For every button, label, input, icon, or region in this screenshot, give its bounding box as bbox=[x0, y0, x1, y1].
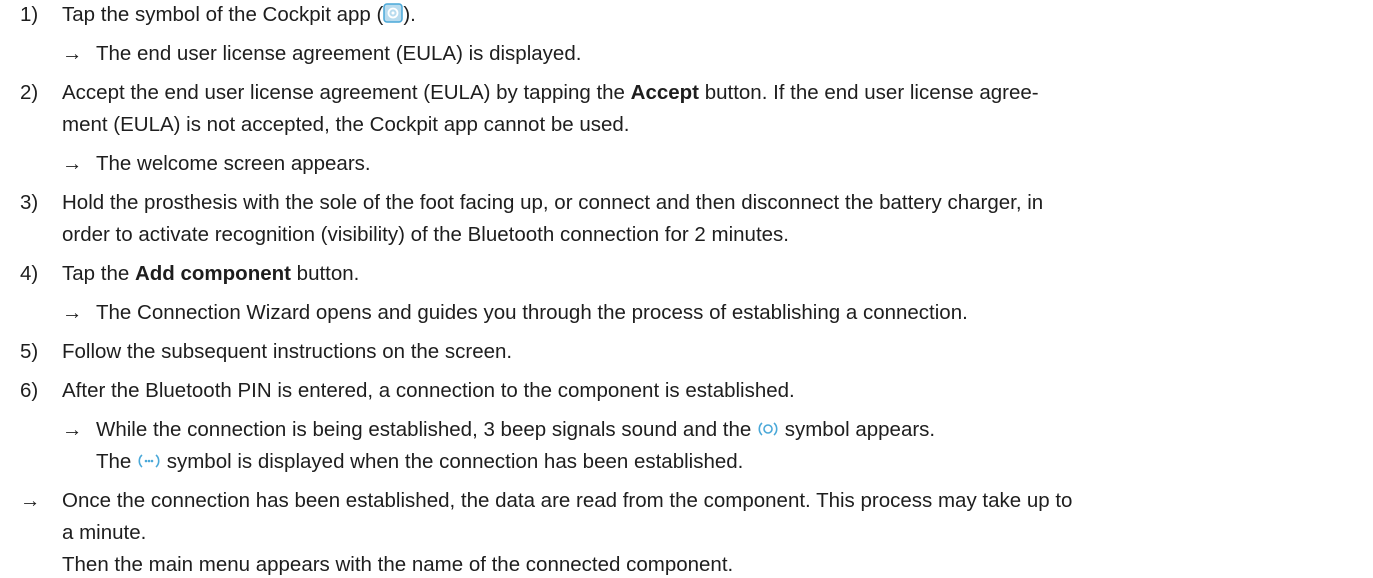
step-text-part: Accept the end user license agreement (E… bbox=[62, 81, 631, 104]
connected-icon bbox=[138, 454, 160, 468]
instruction-document: 1) Tap the symbol of the Cockpit app ().… bbox=[0, 0, 1373, 576]
result-arrow-icon: → bbox=[20, 489, 41, 512]
result-arrow-icon: → bbox=[62, 301, 83, 324]
result-text: Once the connection has been established… bbox=[62, 489, 1073, 512]
result-text: a minute. bbox=[62, 521, 147, 544]
result-text-part: While the connection is being establishe… bbox=[96, 418, 758, 441]
result-text: The welcome screen appears. bbox=[96, 152, 371, 175]
step-text: Tap the symbol of the Cockpit app (). bbox=[62, 2, 416, 28]
result-text: While the connection is being establishe… bbox=[96, 417, 935, 443]
step-number: 2) bbox=[20, 81, 39, 104]
step-number: 6) bbox=[20, 379, 39, 402]
step-text-part: button. bbox=[290, 262, 360, 285]
step-text: Accept the end user license agreement (E… bbox=[62, 80, 1039, 106]
result-text: The symbol is displayed when the connect… bbox=[96, 449, 743, 475]
result-text: The end user license agreement (EULA) is… bbox=[96, 42, 582, 65]
result-text-part: The bbox=[96, 450, 138, 473]
cockpit-app-icon bbox=[383, 3, 404, 23]
step-number: 5) bbox=[20, 340, 39, 363]
step-text-part: button. If the end user license agree- bbox=[699, 81, 1039, 104]
step-text: After the Bluetooth PIN is entered, a co… bbox=[62, 379, 795, 402]
result-arrow-icon: → bbox=[62, 418, 83, 441]
step-text-part: Tap the symbol of the Cockpit app ( bbox=[62, 3, 384, 26]
step-text: order to activate recognition (visibilit… bbox=[62, 223, 789, 246]
step-text: ment (EULA) is not accepted, the Cockpit… bbox=[62, 113, 630, 136]
result-text: The Connection Wizard opens and guides y… bbox=[96, 301, 968, 324]
connecting-icon bbox=[758, 422, 778, 436]
step-number: 1) bbox=[20, 3, 39, 26]
step-text-part: ). bbox=[403, 3, 416, 26]
step-number: 3) bbox=[20, 191, 39, 214]
accept-button-label: Accept bbox=[630, 81, 699, 104]
result-text-part: symbol appears. bbox=[779, 418, 936, 441]
result-text: Then the main menu appears with the name… bbox=[62, 553, 734, 576]
add-component-button-label: Add component bbox=[134, 262, 291, 285]
step-text: Follow the subsequent instructions on th… bbox=[62, 340, 513, 363]
result-arrow-icon: → bbox=[62, 42, 83, 65]
result-text-part: symbol is displayed when the connection … bbox=[161, 450, 744, 473]
result-arrow-icon: → bbox=[62, 152, 83, 175]
step-text: Hold the prosthesis with the sole of the… bbox=[62, 191, 1044, 214]
step-text: Tap the Add component button. bbox=[62, 261, 359, 287]
step-number: 4) bbox=[20, 262, 39, 285]
step-text-part: Tap the bbox=[62, 262, 135, 285]
